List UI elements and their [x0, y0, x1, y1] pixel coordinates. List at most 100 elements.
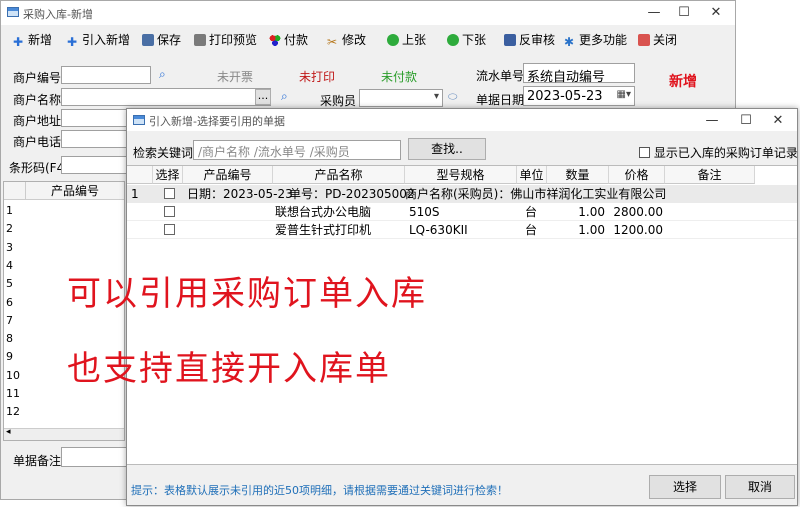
hint-text: 提示：表格默认展示未引用的近50项明细，请根据需要通过关键词进行检索！	[131, 484, 508, 497]
plus-icon: ✚	[13, 35, 24, 49]
row-number: 1	[131, 187, 139, 201]
scroll-left-icon[interactable]: ◂	[6, 427, 11, 437]
unapprove-button[interactable]: 反审核	[504, 31, 555, 49]
grid-row-number: 3	[6, 240, 13, 254]
item-model: LQ-630KII	[409, 223, 468, 237]
print-preview-button[interactable]: 打印预览	[194, 31, 257, 49]
order-item-row[interactable]: 联想台式办公电脑 510S 台 1.00 2800.00	[127, 203, 797, 221]
item-checkbox[interactable]	[164, 224, 175, 235]
payment-button[interactable]: 付款	[269, 31, 308, 49]
plus-icon: ✚	[67, 35, 78, 49]
edit-button[interactable]: ✂ 修改	[327, 31, 366, 49]
merchant-address-input[interactable]	[61, 109, 127, 127]
save-button[interactable]: 保存	[142, 31, 181, 49]
merchant-browse-button[interactable]: ...	[255, 89, 271, 105]
grid-corner	[4, 182, 26, 200]
order-merchant: 商户名称(采购员)：佛山市祥润化工实业有限公司	[405, 187, 667, 201]
merchant-phone-input[interactable]	[61, 130, 127, 148]
maximize-icon[interactable]: ☐	[731, 111, 761, 131]
previous-button[interactable]: 上张	[387, 31, 426, 49]
show-stocked-checkbox[interactable]: 显示已入库的采购订单记录	[639, 144, 798, 161]
order-item-row[interactable]: 爱普生针式打印机 LQ-630KII 台 1.00 1200.00	[127, 221, 797, 239]
remark-label: 单据备注	[13, 454, 62, 468]
close-icon[interactable]: ✕	[763, 111, 793, 131]
col-header-product-code: 产品编号	[183, 166, 273, 184]
item-quantity: 1.00	[578, 205, 605, 219]
mode-badge: 新增	[669, 74, 697, 90]
serial-no-field: 系统自动编号	[523, 63, 635, 85]
order-date: 日期：2023-05-23	[187, 187, 293, 201]
item-checkbox[interactable]	[164, 206, 175, 217]
find-button[interactable]: 查找..	[408, 138, 486, 160]
search-icon[interactable]: ⌕	[159, 67, 166, 82]
item-unit: 台	[525, 223, 538, 237]
order-number: 单号：PD-202305002	[289, 187, 415, 201]
printer-icon	[194, 34, 206, 46]
gear-icon: ✱	[564, 35, 575, 49]
main-toolbar: ✚ 新增 ✚ 引入新增 保存 打印预览 付款 ✂ 修改 上张 下张 反审核 ✱ 更多功能…	[1, 27, 735, 53]
promo-text-line1: 可以引用采购订单入库	[67, 274, 427, 314]
new-button[interactable]: ✚ 新增	[13, 31, 52, 49]
merchant-name-input[interactable]	[61, 88, 271, 106]
merchant-name-label: 商户名称	[13, 93, 62, 107]
grid-row-number: 9	[6, 350, 13, 364]
col-header-unit: 单位	[517, 166, 547, 184]
import-dialog: 引入新增-选择要引用的单据 — ☐ ✕ 检索关键词 /商户名称 /流水单号 /采…	[67, 108, 798, 506]
grid-row-number: 11	[6, 387, 20, 400]
import-new-button[interactable]: ✚ 引入新增	[67, 31, 130, 49]
grid-row-number: 10	[6, 368, 20, 382]
barcode-input[interactable]	[61, 156, 127, 174]
col-header-model: 型号规格	[405, 166, 517, 184]
minimize-icon[interactable]: —	[697, 111, 727, 131]
close-icon[interactable]: ✕	[701, 3, 731, 23]
minimize-icon[interactable]: —	[639, 3, 669, 23]
item-price: 2800.00	[613, 205, 663, 219]
grid-header-product-code: 产品编号	[26, 182, 124, 200]
arrow-up-icon	[387, 34, 399, 46]
document-date-input[interactable]: 2023-05-23 ▦▾	[523, 86, 635, 106]
merchant-no-input[interactable]	[61, 66, 151, 84]
grid-row-number: 6	[6, 295, 13, 309]
maximize-icon[interactable]: ☐	[669, 3, 699, 23]
main-window-title: 采购入库-新增	[23, 8, 93, 21]
horizontal-scrollbar[interactable]: ◂	[4, 427, 124, 440]
arrow-down-icon	[447, 34, 459, 46]
merchant-address-label: 商户地址	[13, 114, 62, 128]
next-button[interactable]: 下张	[447, 31, 486, 49]
search-keyword-input[interactable]: /商户名称 /流水单号 /采购员	[193, 140, 401, 160]
search-keyword-label: 检索关键词	[133, 146, 194, 160]
item-unit: 台	[525, 205, 538, 219]
search-icon[interactable]: ⌕	[281, 89, 288, 104]
chevron-down-icon: ▾	[433, 91, 439, 102]
dialog-window-icon	[133, 115, 145, 125]
col-header-price: 价格	[609, 166, 665, 184]
col-header-remark: 备注	[665, 166, 755, 184]
dialog-titlebar: 引入新增-选择要引用的单据 — ☐ ✕	[127, 109, 797, 131]
item-name: 联想台式办公电脑	[275, 205, 372, 219]
app-window-icon	[7, 7, 19, 17]
invoice-status: 未开票	[217, 70, 254, 84]
buyer-label: 采购员	[320, 94, 357, 108]
grid-corner	[127, 166, 153, 184]
grid-row-number: 5	[6, 277, 13, 291]
grid-row-number: 12	[6, 405, 20, 419]
close-button[interactable]: 关闭	[638, 31, 677, 49]
grid-row-number: 7	[6, 313, 13, 327]
col-header-select: 选择	[153, 166, 183, 184]
remark-input[interactable]	[61, 447, 127, 467]
order-group-row[interactable]: 1 日期：2023-05-23 单号：PD-202305002 商户名称(采购员…	[127, 185, 797, 203]
select-button[interactable]: 选择	[649, 475, 721, 499]
calendar-icon[interactable]: ▦▾	[617, 89, 631, 100]
grid-row-number: 2	[6, 222, 13, 236]
buyer-select[interactable]: ▾	[359, 89, 443, 107]
more-functions-button[interactable]: ✱ 更多功能	[564, 31, 627, 49]
cancel-button[interactable]: 取消	[725, 475, 795, 499]
col-header-quantity: 数量	[547, 166, 609, 184]
exit-icon	[638, 34, 650, 46]
barcode-label: 条形码(F4)	[9, 161, 69, 175]
merchant-no-label: 商户编号	[13, 71, 62, 85]
group-checkbox[interactable]	[164, 188, 175, 199]
eraser-icon[interactable]: ⬭	[448, 90, 457, 104]
item-model: 510S	[409, 205, 440, 219]
document-edit-icon	[504, 34, 516, 46]
